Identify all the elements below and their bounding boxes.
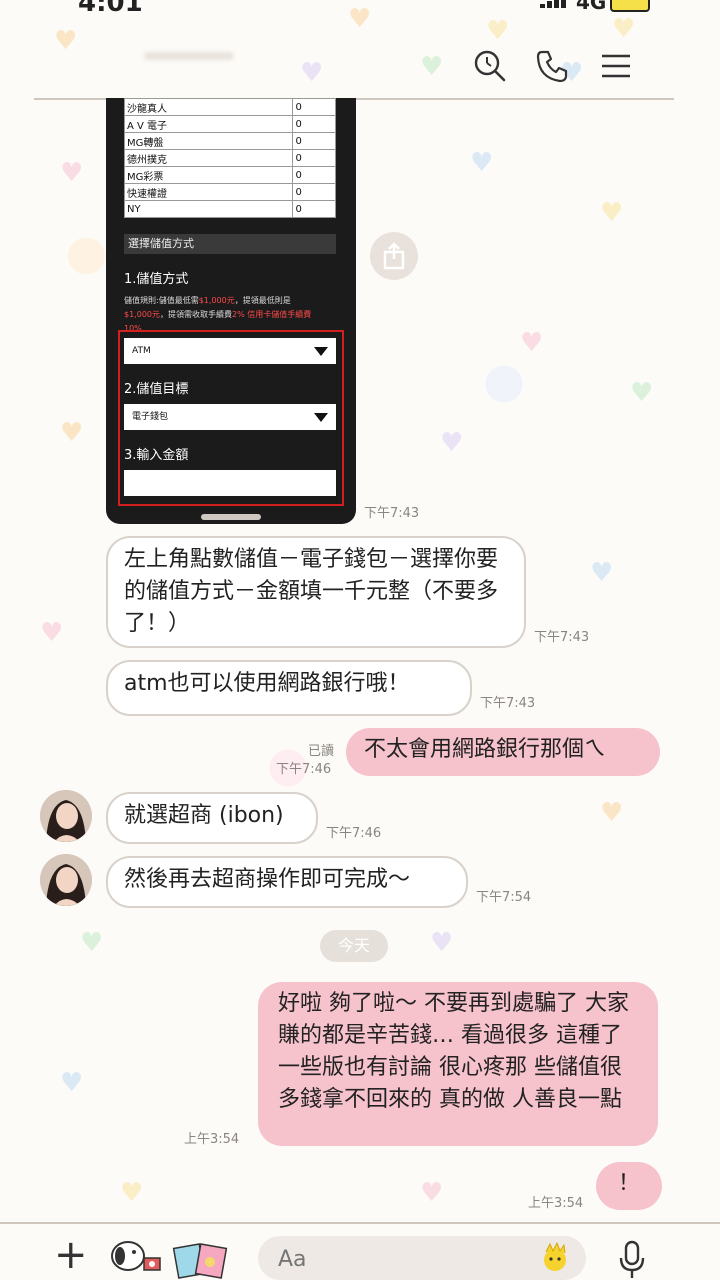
message-bubble-incoming[interactable]: atm也可以使用網路銀行哦！ [106,660,472,716]
table-row: MG彩票 0 [123,166,336,184]
rule-text: ，提領需收取手續費 [160,310,232,319]
deposit-target-label: 2.儲值目標 [124,382,189,397]
message-bubble-outgoing[interactable]: 好啦 夠了啦～ 不要再到處騙了 大家賺的都是辛苦錢… 看過很多 這種了 一些版也… [258,982,658,1146]
message-input[interactable] [276,1244,530,1274]
carrier-label: 4G [576,0,607,14]
message-bubble-incoming[interactable]: 左上角點數儲值－電子錢包－選擇你要的儲值方式－金額填一千元整（不要多了！） [106,536,526,648]
share-button[interactable] [370,232,418,280]
section-header: 選擇儲值方式 [124,234,336,254]
amount-input [124,470,336,496]
message-bubble-outgoing[interactable]: ！ [596,1162,662,1210]
snoopy-sticker-icon[interactable] [104,1234,166,1280]
timestamp: 下午7:43 [364,506,420,521]
table-cell: 沙龍真人 [123,98,294,116]
table-row: NY 0 [123,200,336,218]
phone-icon[interactable] [534,48,570,84]
table-cell: 0 [292,183,336,201]
select-value: 電子錢包 [132,412,169,422]
timestamp: 下午7:46 [276,762,332,777]
avatar[interactable] [40,790,92,842]
table-cell: A V 電子 [123,115,294,133]
message-text: 左上角點數儲值－電子錢包－選擇你要的儲值方式－金額填一千元整（不要多了！） [124,547,499,636]
timestamp: 上午3:54 [528,1196,584,1211]
table-row: 沙龍真人 0 [123,98,336,116]
select-value: ATM [132,346,151,356]
timestamp: 下午7:43 [534,630,590,645]
chat-header [34,28,674,100]
plus-icon[interactable]: + [54,1235,88,1275]
image-message[interactable]: 沙龍真人 0 A V 電子 0 MG轉盤 0 德州撲克 0 MG彩票 0 快速權證 0 NY… [106,98,356,524]
table-row: 快速權證 0 [123,183,336,201]
message-text: ！ [617,1171,640,1196]
search-icon[interactable] [472,48,508,84]
table-cell: 0 [292,166,336,184]
emoji-icon[interactable] [538,1241,572,1278]
home-indicator [201,514,261,520]
message-bubble-incoming[interactable]: 然後再去超商操作即可完成～ [106,856,468,908]
rule-amount: $1,000元 [198,296,235,305]
rule-text: 儲值規則:儲值最低需 [124,296,199,305]
table-row: MG轉盤 0 [123,132,336,150]
menu-icon[interactable] [598,48,634,84]
rule-fee: 2% [232,310,245,319]
microphone-icon[interactable] [618,1240,646,1280]
status-bar: 4:01 4G [0,0,720,18]
rule-text: 信用卡儲值手續費 [247,310,312,319]
message-text: 然後再去超商操作即可完成～ [124,867,411,892]
status-time: 4:01 [78,0,143,18]
table-cell: 0 [292,115,336,133]
message-list[interactable]: 沙龍真人 0 A V 電子 0 MG轉盤 0 德州撲克 0 MG彩票 0 快速權證 0 NY… [34,98,674,1222]
table-row: 德州撲克 0 [123,149,336,167]
photo-sticker-icon[interactable] [172,1240,232,1280]
share-icon [383,242,405,270]
table-cell: NY [123,200,294,218]
signal-icon [540,0,568,8]
table-row: A V 電子 0 [123,115,336,133]
dropdown-arrow-icon [314,413,328,422]
timestamp: 下午7:46 [326,826,382,841]
table-cell: MG彩票 [123,166,294,184]
deposit-method-select: ATM [124,338,336,364]
deposit-target-select: 電子錢包 [124,404,336,430]
message-text: 不太會用網路銀行那個ㄟ [364,737,607,762]
deposit-method-label: 1.儲值方式 [124,272,189,287]
rule-text: ，提領最低則是 [234,296,291,305]
message-input-field[interactable] [258,1236,586,1280]
dropdown-arrow-icon [314,347,328,356]
table-cell: 德州撲克 [123,149,294,167]
timestamp: 下午7:43 [480,696,536,711]
message-bubble-incoming[interactable]: 就選超商 (ibon) [106,792,318,844]
chat-screen: ♥ ♥ ♥ ♥ ♥ ♥ ♥ ♥ ♥ ♥ ♥ ♥ ♥ ♥ ♥ ♥ ♥ ♥ ♥ ♥ … [0,0,720,1280]
message-text: 就選超商 (ibon) [124,803,284,828]
rule-amount: $1,000元 [124,310,160,319]
composer-bar: + [0,1222,720,1280]
balance-table: 沙龍真人 0 A V 電子 0 MG轉盤 0 德州撲克 0 MG彩票 0 快速權證 0 NY… [123,98,336,218]
message-text: atm也可以使用網路銀行哦！ [124,671,410,696]
timestamp: 下午7:54 [476,890,532,905]
table-cell: 0 [292,149,336,167]
message-text: 好啦 夠了啦～ 不要再到處騙了 大家賺的都是辛苦錢… 看過很多 這種了 一些版也… [278,991,629,1112]
amount-label: 3.輸入金額 [124,448,189,463]
message-bubble-outgoing[interactable]: 不太會用網路銀行那個ㄟ [346,728,660,776]
timestamp: 上午3:54 [184,1132,240,1147]
chat-title-obscured [144,52,234,60]
table-cell: 快速權證 [123,183,294,201]
table-cell: 0 [292,132,336,150]
date-divider: 今天 [320,930,388,962]
table-cell: 0 [292,200,336,218]
avatar[interactable] [40,854,92,906]
battery-icon [610,0,650,12]
table-cell: MG轉盤 [123,132,294,150]
read-receipt: 已讀 [308,744,335,759]
table-cell: 0 [292,98,336,116]
